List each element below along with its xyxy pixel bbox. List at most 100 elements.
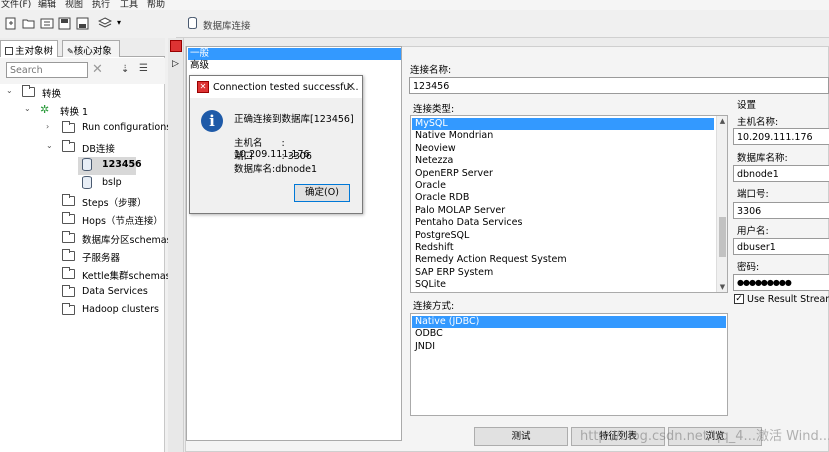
save-icon[interactable] <box>58 17 72 30</box>
tree-item-label: Data Services <box>82 286 148 298</box>
close-icon[interactable]: ✕ <box>346 80 355 93</box>
access-method-item[interactable]: Native (JDBC) <box>412 316 726 328</box>
tree-item[interactable]: bslp <box>0 175 165 193</box>
port-label: 端口号: <box>737 189 769 200</box>
connection-type-item[interactable]: SQLite <box>412 279 714 291</box>
connection-type-item[interactable]: Native Mondrian <box>412 130 714 142</box>
scroll-down-icon[interactable]: ▼ <box>717 282 728 292</box>
connection-type-item[interactable]: Redshift <box>412 242 714 254</box>
expand-arrow-icon[interactable]: ⌄ <box>24 104 31 113</box>
save-as-icon[interactable] <box>76 17 90 30</box>
result-streaming-checkbox[interactable]: ✓ <box>734 294 744 304</box>
password-input[interactable]: ●●●●●●●●● <box>733 274 829 291</box>
search-input[interactable] <box>6 62 88 78</box>
expand-all-icon[interactable]: ⇣ <box>121 64 129 75</box>
folder-icon <box>62 139 75 152</box>
tree-item[interactable]: ⌄ DB连接 <box>0 139 165 157</box>
expand-arrow-icon[interactable]: ⌄ <box>46 141 53 150</box>
menu-edit[interactable]: 编辑 <box>38 0 56 10</box>
open-folder-icon[interactable] <box>22 17 36 30</box>
collapse-all-icon[interactable]: ☰ <box>139 63 148 74</box>
connection-name-input[interactable]: 123456 <box>409 77 829 94</box>
tab-main-object-tree[interactable]: 主对象树 <box>0 40 58 57</box>
search-row: ✕ ⇣ ☰ <box>0 58 165 84</box>
test-button[interactable]: 测试 <box>474 427 568 446</box>
watermark: http://blog.csdn.net/qq_4...激活 Wind... <box>580 429 829 444</box>
folder-icon <box>62 212 75 225</box>
username-label: 用户名: <box>737 226 769 237</box>
menu-help[interactable]: 帮助 <box>147 0 165 10</box>
access-method-item[interactable]: JNDI <box>412 341 726 353</box>
database-icon <box>188 17 197 29</box>
tree-item-label: 子服务器 <box>82 252 121 264</box>
layers-icon[interactable] <box>98 17 112 30</box>
menu-file[interactable]: 文件(F) <box>1 0 31 10</box>
connection-type-item[interactable]: MySQL <box>412 118 714 130</box>
host-input[interactable]: 10.209.111.176 <box>733 128 829 145</box>
connection-type-item[interactable]: PostgreSQL <box>412 230 714 242</box>
layers-dropdown-icon[interactable]: ▾ <box>117 18 121 27</box>
connection-type-item[interactable]: Oracle <box>412 180 714 192</box>
connection-type-item[interactable]: Pentaho Data Services <box>412 217 714 229</box>
menu-view[interactable]: 视图 <box>65 0 83 10</box>
password-label: 密码: <box>737 262 760 273</box>
kettle-icon[interactable] <box>170 40 182 52</box>
connection-type-list[interactable]: MySQL Native Mondrian Neoview Netezza OpenER… <box>410 115 728 293</box>
popup-message: 正确连接到数据库[123456] <box>234 114 354 125</box>
menu-run[interactable]: 执行 <box>92 0 110 10</box>
folder-icon <box>62 230 75 243</box>
main-tab-title[interactable]: 数据库连接 <box>203 18 251 32</box>
tree-item[interactable]: Kettle集群schemas <box>0 266 171 284</box>
folder-icon <box>22 85 35 97</box>
tree-item[interactable]: 子服务器 <box>0 248 165 266</box>
category-advanced[interactable]: 高级 <box>188 60 401 72</box>
connection-type-item[interactable]: Remedy Action Request System <box>412 254 714 266</box>
menu-tools[interactable]: 工具 <box>120 0 138 10</box>
tree-item-label: Hadoop clusters <box>82 304 159 316</box>
tree-item-label: 123456 <box>102 158 142 170</box>
menu-bar: 文件(F) 编辑 视图 执行 工具 帮助 <box>0 0 829 10</box>
tree-item-label: bslp <box>102 177 122 188</box>
connection-type-item[interactable]: SAP ERP System <box>412 267 714 279</box>
expand-arrow-icon[interactable]: ⌄ <box>6 86 13 95</box>
scrollbar-thumb[interactable] <box>719 217 726 257</box>
tree-item[interactable]: ⌄ ✲ 转换 1 <box>0 102 165 120</box>
run-icon[interactable]: ▷ <box>172 59 179 69</box>
tree-item-label: 转换 <box>42 89 62 100</box>
kettle-app-icon: ✕ <box>197 81 209 93</box>
tree-item[interactable]: 123456 <box>78 156 142 175</box>
access-method-item[interactable]: ODBC <box>412 328 726 340</box>
access-method-list[interactable]: Native (JDBC) ODBC JNDI <box>410 313 728 416</box>
connection-type-item[interactable]: Netezza <box>412 155 714 167</box>
connection-type-scrollbar[interactable]: ▲ ▼ <box>716 116 727 292</box>
new-file-icon[interactable] <box>4 17 18 30</box>
connection-type-item[interactable]: Palo MOLAP Server <box>412 205 714 217</box>
tab-core-objects[interactable]: ✎核心对象 <box>62 40 120 57</box>
tree-item-label: Hops（节点连接） <box>82 216 163 228</box>
left-tab-bar: 主对象树 ✎核心对象 <box>0 38 165 57</box>
transformation-icon: ✲ <box>40 103 50 117</box>
folder-icon <box>62 267 75 279</box>
port-input[interactable]: 3306 <box>733 202 829 219</box>
tree-item[interactable]: 数据库分区schemas <box>0 230 172 248</box>
host-label: 主机名称: <box>737 117 779 128</box>
connection-type-item[interactable]: Neoview <box>412 143 714 155</box>
username-input[interactable]: dbuser1 <box>733 238 829 255</box>
explore-repository-icon[interactable] <box>40 17 54 30</box>
main-tab-strip: 数据库连接 <box>176 10 829 38</box>
collapse-arrow-icon[interactable]: › <box>46 122 49 131</box>
tree-item-label: Steps（步骤） <box>82 198 147 210</box>
tree-item[interactable]: ⌄ 转换 <box>0 84 165 102</box>
ok-button[interactable]: 确定(O) <box>294 184 350 202</box>
tree-item[interactable]: Hadoop clusters <box>0 302 165 320</box>
connection-type-item[interactable]: Oracle RDB <box>412 192 714 204</box>
tree-item[interactable]: Data Services <box>0 284 165 302</box>
tree-item[interactable]: Steps（步骤） <box>0 193 165 211</box>
clear-search-icon[interactable]: ✕ <box>92 62 103 77</box>
category-general[interactable]: 一般 <box>188 48 401 60</box>
tree-item[interactable]: › Run configurations <box>0 120 171 138</box>
database-name-input[interactable]: dbnode1 <box>733 165 829 182</box>
tree-item[interactable]: Hops（节点连接） <box>0 211 165 229</box>
connection-type-item[interactable]: OpenERP Server <box>412 168 714 180</box>
scroll-up-icon[interactable]: ▲ <box>717 116 728 126</box>
